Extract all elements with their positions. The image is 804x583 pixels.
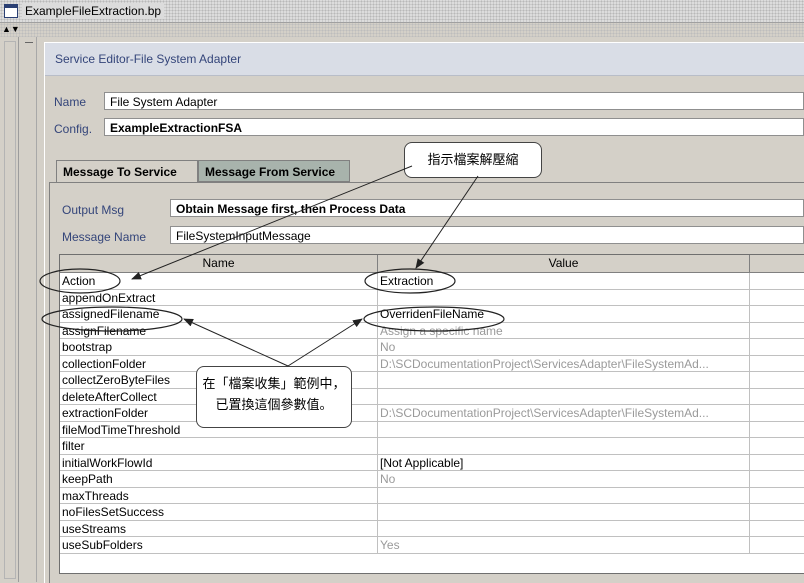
param-name-cell: bootstrap xyxy=(60,339,378,355)
param-name-cell: filter xyxy=(60,438,378,454)
callout-override-line1: 在「檔案收集」範例中， xyxy=(202,376,346,391)
left-gutter xyxy=(0,37,19,582)
param-name-cell: useSubFolders xyxy=(60,537,378,553)
param-value-cell[interactable] xyxy=(378,421,750,438)
param-value-cell[interactable] xyxy=(378,388,750,405)
collapse-tick-icon[interactable] xyxy=(25,42,33,43)
output-msg-field[interactable]: Obtain Message first, then Process Data xyxy=(170,199,804,217)
toolbar-strip: ▲▼ xyxy=(0,23,804,37)
param-value-cell[interactable]: D:\SCDocumentationProject\ServicesAdapte… xyxy=(378,405,750,421)
param-extra-cell xyxy=(750,389,804,405)
table-row[interactable]: collectZeroByteFiles xyxy=(60,372,804,389)
callout-override-note: 在「檔案收集」範例中， 已置換這個參數值。 xyxy=(196,366,352,428)
table-body: Action Extraction appendOnExtract assignedF… xyxy=(60,273,804,554)
tab-message-to-service[interactable]: Message To Service xyxy=(56,160,198,182)
param-extra-cell xyxy=(750,405,804,421)
table-row[interactable]: initialWorkFlowId [Not Applicable] xyxy=(60,454,804,471)
param-name-cell: keepPath xyxy=(60,471,378,487)
callout-override-line2: 已置換這個參數值。 xyxy=(215,397,333,412)
param-extra-cell xyxy=(750,471,804,487)
param-extra-cell xyxy=(750,372,804,388)
table-row[interactable]: assignFilename Assign a specific name xyxy=(60,322,804,339)
callout-extraction-note: 指示檔案解壓縮 xyxy=(404,142,542,178)
param-extra-cell xyxy=(750,422,804,438)
tab-message-from-service[interactable]: Message From Service xyxy=(198,160,350,182)
table-row[interactable]: deleteAfterCollect xyxy=(60,388,804,405)
table-row[interactable]: bootstrap No xyxy=(60,339,804,356)
table-row[interactable]: extractionFolder D:\SCDocumentationProjec… xyxy=(60,405,804,422)
param-name-cell: useStreams xyxy=(60,520,378,537)
table-row[interactable]: Action Extraction xyxy=(60,273,804,290)
window-titlebar: ExampleFileExtraction.bp xyxy=(0,0,804,23)
window-title: ExampleFileExtraction.bp xyxy=(22,3,165,19)
param-extra-cell xyxy=(750,290,804,306)
param-value-cell[interactable]: OverridenFileName xyxy=(378,306,750,322)
message-name-field[interactable]: FileSystemInputMessage xyxy=(170,226,804,244)
column-header-value[interactable]: Value xyxy=(378,255,750,272)
table-row[interactable]: assignedFilename OverridenFileName xyxy=(60,306,804,323)
divider xyxy=(36,37,37,582)
table-row[interactable]: appendOnExtract xyxy=(60,289,804,306)
table-row[interactable]: keepPath No xyxy=(60,471,804,488)
param-name-cell: assignedFilename xyxy=(60,306,378,322)
config-label: Config. xyxy=(54,122,93,136)
collapse-arrows-icon[interactable]: ▲▼ xyxy=(2,23,20,35)
param-extra-cell xyxy=(750,521,804,537)
message-name-label: Message Name xyxy=(62,230,147,244)
param-value-cell[interactable]: No xyxy=(378,471,750,487)
param-value-cell[interactable]: [Not Applicable] xyxy=(378,454,750,471)
param-name-cell: noFilesSetSuccess xyxy=(60,504,378,520)
name-field[interactable]: File System Adapter xyxy=(104,92,804,110)
param-value-cell[interactable]: No xyxy=(378,339,750,355)
param-extra-cell xyxy=(750,273,804,289)
param-value-cell[interactable]: Assign a specific name xyxy=(378,322,750,339)
param-value-cell[interactable] xyxy=(378,438,750,454)
param-value-cell[interactable]: D:\SCDocumentationProject\ServicesAdapte… xyxy=(378,355,750,372)
param-extra-cell xyxy=(750,488,804,504)
table-header: Name Value xyxy=(60,255,804,273)
param-value-cell[interactable]: Yes xyxy=(378,537,750,553)
param-extra-cell xyxy=(750,339,804,355)
column-header-extra xyxy=(750,255,804,272)
param-value-cell[interactable] xyxy=(378,504,750,520)
param-value-cell[interactable] xyxy=(378,289,750,306)
param-value-cell[interactable] xyxy=(378,520,750,537)
name-label: Name xyxy=(54,95,87,109)
param-extra-cell xyxy=(750,323,804,339)
window-icon xyxy=(4,4,18,18)
table-row[interactable]: fileModTimeThreshold xyxy=(60,421,804,438)
table-row[interactable]: filter xyxy=(60,438,804,455)
param-name-cell: assignFilename xyxy=(60,322,378,339)
output-msg-label: Output Msg xyxy=(62,203,125,217)
param-name-cell: maxThreads xyxy=(60,487,378,504)
table-row[interactable]: collectionFolder D:\SCDocumentationProjec… xyxy=(60,355,804,372)
table-row[interactable]: maxThreads xyxy=(60,487,804,504)
panel-header: Service Editor-File System Adapter xyxy=(45,43,804,76)
param-name-cell: appendOnExtract xyxy=(60,289,378,306)
param-name-cell: Action xyxy=(60,273,378,289)
parameter-table: Name Value Action Extraction appendOnExtra… xyxy=(59,254,804,574)
param-extra-cell xyxy=(750,455,804,471)
param-extra-cell xyxy=(750,537,804,553)
panel-title: Service Editor-File System Adapter xyxy=(55,52,242,66)
param-name-cell: initialWorkFlowId xyxy=(60,454,378,471)
param-extra-cell xyxy=(750,306,804,322)
param-extra-cell xyxy=(750,438,804,454)
column-header-name[interactable]: Name xyxy=(60,255,378,272)
param-value-cell[interactable] xyxy=(378,372,750,388)
config-field[interactable]: ExampleExtractionFSA xyxy=(104,118,804,136)
param-extra-cell xyxy=(750,356,804,372)
table-row[interactable]: useSubFolders Yes xyxy=(60,537,804,554)
table-row[interactable]: noFilesSetSuccess xyxy=(60,504,804,521)
param-extra-cell xyxy=(750,504,804,520)
param-value-cell[interactable] xyxy=(378,487,750,504)
table-row[interactable]: useStreams xyxy=(60,520,804,537)
param-value-cell[interactable]: Extraction xyxy=(378,273,750,289)
gutter-box xyxy=(4,41,16,579)
